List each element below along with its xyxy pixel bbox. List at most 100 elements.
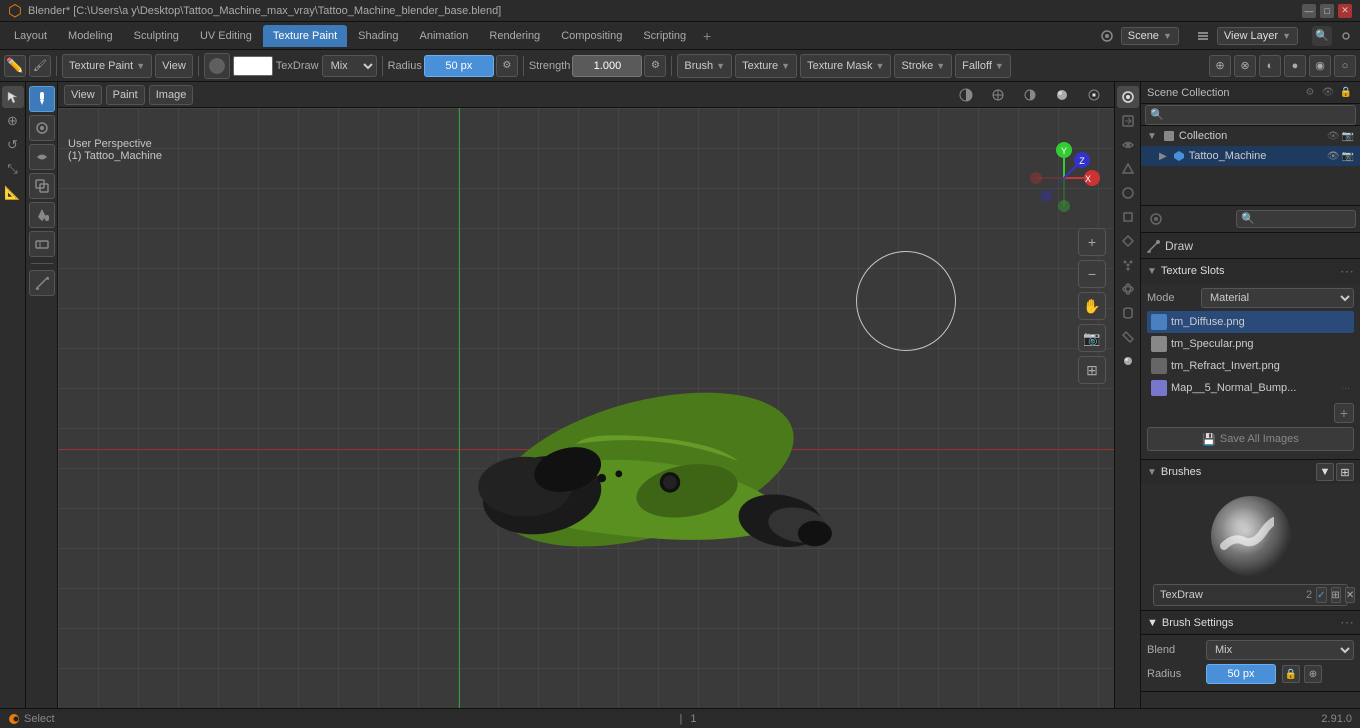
mode-icon-2[interactable]: 🖌 bbox=[29, 55, 51, 77]
tab-layout[interactable]: Layout bbox=[4, 25, 57, 47]
rp-icon-modifier[interactable] bbox=[1117, 230, 1139, 252]
brush-dropdown[interactable]: Brush ▼ bbox=[677, 54, 732, 78]
texture-slot-0[interactable]: tm_Diffuse.png bbox=[1147, 311, 1354, 333]
tool-fill[interactable] bbox=[29, 202, 55, 228]
brushes-header[interactable]: ▼ Brushes ▼ ⊞ bbox=[1141, 460, 1360, 484]
rp-icon-render[interactable] bbox=[1117, 86, 1139, 108]
grid-btn[interactable]: ⊞ bbox=[1078, 356, 1106, 384]
viewlayer-selector[interactable]: View Layer ▼ bbox=[1217, 27, 1298, 45]
tool-erase[interactable] bbox=[29, 231, 55, 257]
left-icon-scale[interactable]: ⤡ bbox=[2, 158, 24, 180]
save-images-btn[interactable]: 💾 Save All Images bbox=[1147, 427, 1354, 451]
scene-icon[interactable] bbox=[1097, 26, 1117, 46]
gizmo-icon[interactable]: ⊗ bbox=[1234, 55, 1256, 77]
tab-compositing[interactable]: Compositing bbox=[551, 25, 632, 47]
vp-shading-solid[interactable] bbox=[1016, 85, 1044, 105]
falloff-dropdown[interactable]: Falloff ▼ bbox=[955, 54, 1011, 78]
view-button[interactable]: View bbox=[155, 54, 193, 78]
obj-cam[interactable]: 📷 bbox=[1342, 151, 1354, 162]
navigation-gizmo[interactable]: X Y Z bbox=[1024, 138, 1104, 218]
viewport-shading-1[interactable]: ◐ bbox=[1259, 55, 1281, 77]
texture-slot-1[interactable]: tm_Specular.png bbox=[1147, 333, 1354, 355]
prop-tab-render[interactable] bbox=[1145, 208, 1167, 230]
tab-modeling[interactable]: Modeling bbox=[58, 25, 123, 47]
viewport[interactable]: View Paint Image bbox=[58, 82, 1114, 728]
obj-eye[interactable]: 👁 bbox=[1327, 151, 1340, 162]
outliner-filter-icon[interactable]: ⚙ bbox=[1302, 85, 1318, 101]
brushes-expand-btn[interactable]: ▼ bbox=[1316, 463, 1334, 481]
stroke-dropdown[interactable]: Stroke ▼ bbox=[894, 54, 952, 78]
mode-select[interactable]: Material Single Image bbox=[1201, 288, 1354, 308]
brush-preview-small[interactable] bbox=[204, 53, 230, 79]
vp-shading-material[interactable] bbox=[1048, 85, 1076, 105]
brush-copy-btn[interactable]: ⊞ bbox=[1331, 587, 1341, 603]
radius-lock-btn[interactable]: 🔒 bbox=[1282, 665, 1300, 683]
tool-soften[interactable] bbox=[29, 115, 55, 141]
rp-icon-world[interactable] bbox=[1117, 182, 1139, 204]
outliner-scene-collection[interactable]: ▼ Collection 👁 📷 bbox=[1141, 126, 1360, 146]
rp-icon-particles[interactable] bbox=[1117, 254, 1139, 276]
add-texture-btn[interactable]: + bbox=[1334, 403, 1354, 423]
vp-gizmo-toggle[interactable] bbox=[984, 85, 1012, 105]
maximize-button[interactable]: □ bbox=[1320, 4, 1334, 18]
rp-icon-data[interactable] bbox=[1117, 326, 1139, 348]
viewport-shading-4[interactable]: ○ bbox=[1334, 55, 1356, 77]
tab-scripting[interactable]: Scripting bbox=[633, 25, 696, 47]
props-search[interactable] bbox=[1236, 210, 1356, 228]
rp-icon-object[interactable] bbox=[1117, 206, 1139, 228]
tab-shading[interactable]: Shading bbox=[348, 25, 408, 47]
tool-draw[interactable] bbox=[29, 86, 55, 112]
radius-input[interactable]: 50 px bbox=[424, 55, 494, 77]
brush-name-input[interactable]: TexDraw bbox=[1160, 589, 1302, 601]
left-icon-transform[interactable]: ⊕ bbox=[2, 110, 24, 132]
left-icon-cursor[interactable] bbox=[2, 86, 24, 108]
blend-mode-select[interactable]: Mix Add Multiply bbox=[322, 55, 377, 77]
minimize-button[interactable]: — bbox=[1302, 4, 1316, 18]
bs-radius-input[interactable]: 50 px bbox=[1206, 664, 1276, 684]
scene-selector[interactable]: Scene ▼ bbox=[1121, 27, 1179, 45]
camera-btn[interactable]: 📷 bbox=[1078, 324, 1106, 352]
rp-icon-physics[interactable] bbox=[1117, 278, 1139, 300]
tab-uv-editing[interactable]: UV Editing bbox=[190, 25, 262, 47]
outliner-object-tattoo[interactable]: ▶ Tattoo_Machine 👁 📷 bbox=[1141, 146, 1360, 166]
tab-rendering[interactable]: Rendering bbox=[479, 25, 550, 47]
mode-dropdown[interactable]: Texture Paint ▼ bbox=[62, 54, 152, 78]
collection-cam[interactable]: 📷 bbox=[1342, 131, 1354, 142]
zoom-in-btn[interactable]: + bbox=[1078, 228, 1106, 256]
vp-paint-btn[interactable]: Paint bbox=[106, 85, 145, 105]
blend-select[interactable]: Mix Add Multiply bbox=[1206, 640, 1354, 660]
tool-measure[interactable] bbox=[29, 270, 55, 296]
vp-shading-rendered[interactable] bbox=[1080, 85, 1108, 105]
tab-sculpting[interactable]: Sculpting bbox=[124, 25, 189, 47]
zoom-out-btn[interactable]: − bbox=[1078, 260, 1106, 288]
brushes-grid-btn[interactable]: ⊞ bbox=[1336, 463, 1354, 481]
viewport-canvas[interactable]: User Perspective (1) Tattoo_Machine bbox=[58, 108, 1114, 728]
tool-smear[interactable] bbox=[29, 144, 55, 170]
brush-color-box[interactable] bbox=[233, 56, 273, 76]
radius-pressure-btn[interactable]: ⊕ bbox=[1304, 665, 1322, 683]
rp-icon-constraints[interactable] bbox=[1117, 302, 1139, 324]
left-icon-annotate[interactable]: 📐 bbox=[2, 182, 24, 204]
vp-view-btn[interactable]: View bbox=[64, 85, 102, 105]
left-icon-rotate[interactable]: ↺ bbox=[2, 134, 24, 156]
texture-slot-3[interactable]: Map__5_Normal_Bump... ⋯ bbox=[1147, 377, 1354, 399]
collection-eye[interactable]: 👁 bbox=[1327, 131, 1340, 142]
outliner-lock-icon[interactable]: 🔒 bbox=[1338, 85, 1354, 101]
brush-settings-header[interactable]: ▼ Brush Settings ⋯ bbox=[1141, 611, 1360, 635]
radius-lock-icon[interactable]: ⚙ bbox=[496, 55, 518, 77]
texture-mask-dropdown[interactable]: Texture Mask ▼ bbox=[800, 54, 891, 78]
tab-animation[interactable]: Animation bbox=[410, 25, 479, 47]
strength-lock-icon[interactable]: ⚙ bbox=[644, 55, 666, 77]
rp-icon-material[interactable] bbox=[1117, 350, 1139, 372]
rp-icon-output[interactable] bbox=[1117, 110, 1139, 132]
tool-clone[interactable] bbox=[29, 173, 55, 199]
outliner-eye-icon[interactable]: 👁 bbox=[1320, 85, 1336, 101]
rp-icon-scene[interactable] bbox=[1117, 158, 1139, 180]
outliner-search[interactable] bbox=[1145, 105, 1356, 125]
texture-dropdown[interactable]: Texture ▼ bbox=[735, 54, 797, 78]
settings-icon[interactable] bbox=[1336, 26, 1356, 46]
add-tab-button[interactable]: + bbox=[697, 26, 717, 46]
close-button[interactable]: ✕ bbox=[1338, 4, 1352, 18]
vp-overlay-toggle[interactable] bbox=[952, 85, 980, 105]
grab-btn[interactable]: ✋ bbox=[1078, 292, 1106, 320]
